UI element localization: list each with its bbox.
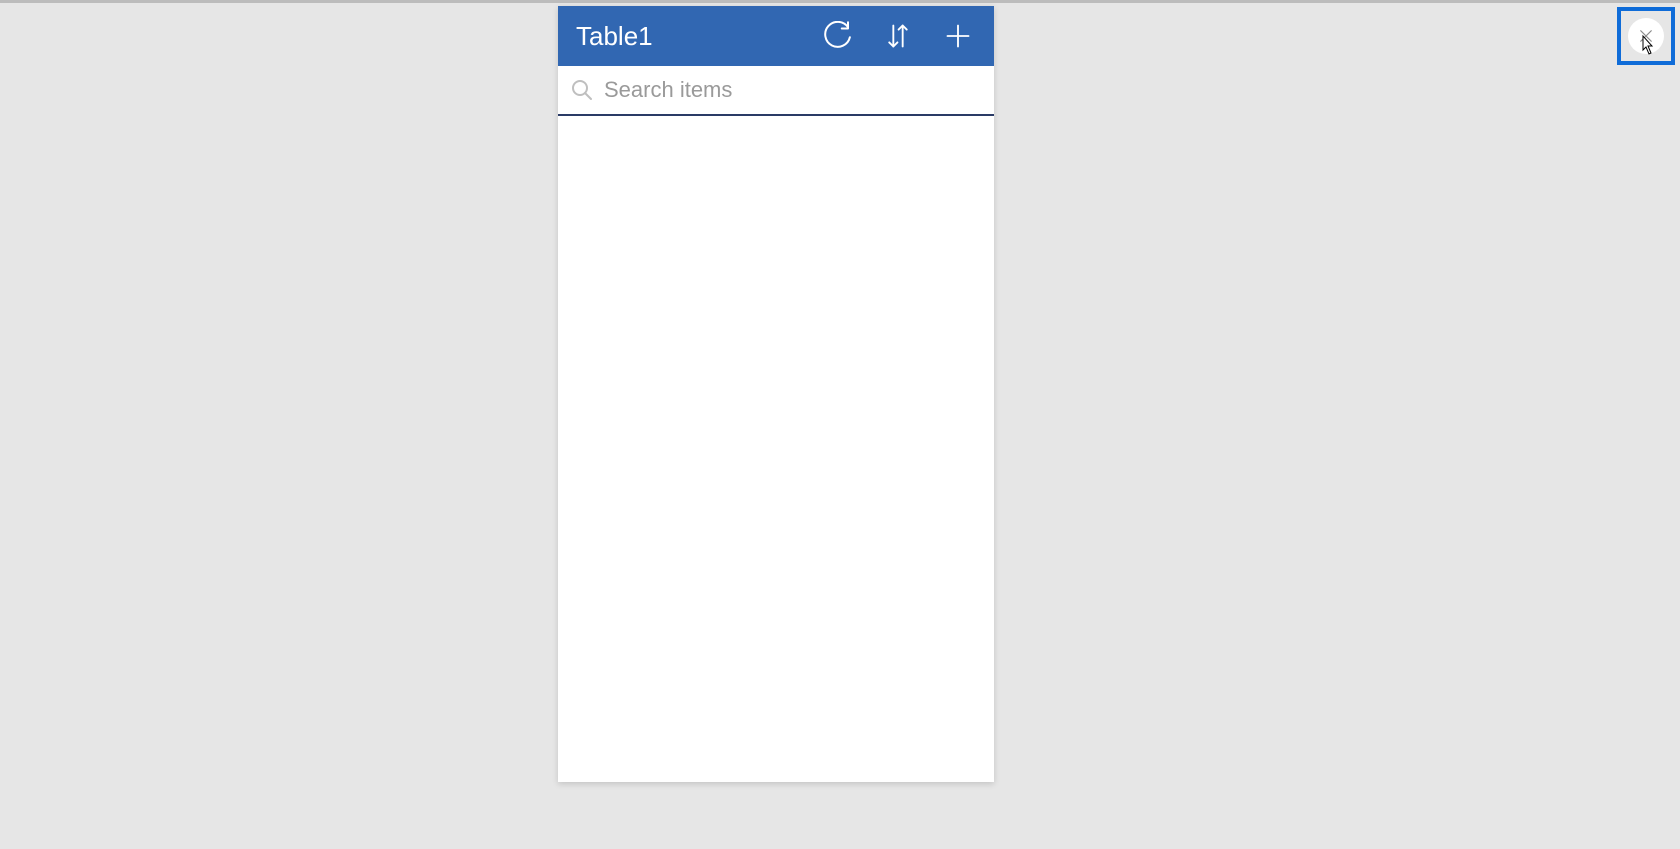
close-circle bbox=[1628, 18, 1664, 54]
panel-body bbox=[558, 116, 994, 782]
header-actions bbox=[822, 20, 980, 52]
window-top-border bbox=[0, 0, 1680, 3]
close-icon bbox=[1637, 27, 1655, 45]
table-panel: Table1 bbox=[558, 6, 994, 782]
search-icon bbox=[568, 76, 596, 104]
panel-header: Table1 bbox=[558, 6, 994, 66]
sort-button[interactable] bbox=[882, 20, 914, 52]
refresh-icon bbox=[823, 21, 853, 51]
panel-title: Table1 bbox=[576, 21, 822, 52]
search-bar bbox=[558, 66, 994, 116]
close-button[interactable] bbox=[1617, 7, 1675, 65]
search-input[interactable] bbox=[602, 76, 984, 104]
sort-icon bbox=[884, 21, 912, 51]
plus-icon bbox=[944, 22, 972, 50]
add-button[interactable] bbox=[942, 20, 974, 52]
refresh-button[interactable] bbox=[822, 20, 854, 52]
